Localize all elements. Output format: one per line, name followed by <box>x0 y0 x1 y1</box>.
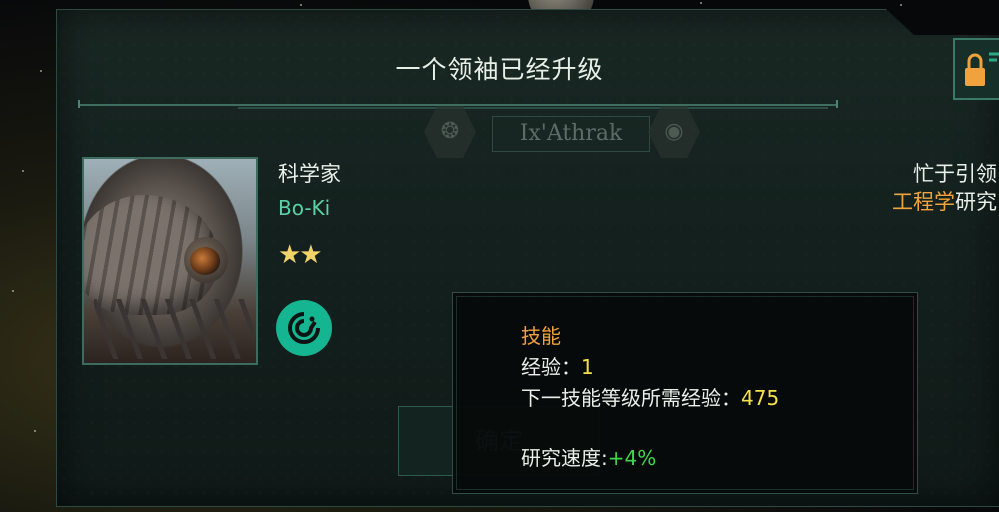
tooltip-title: 技能 <box>521 324 561 348</box>
research-speed-value: +4% <box>607 446 657 470</box>
tooltip-research-speed: 研究速度:+4% <box>521 442 656 471</box>
title-divider <box>78 100 838 109</box>
tooltip-experience: 经验：1 <box>521 351 594 380</box>
lock-icon <box>965 52 999 86</box>
leader-portrait <box>82 157 258 365</box>
background-empire-name: Ix'Athrak <box>492 116 650 152</box>
experience-value: 1 <box>581 355 594 379</box>
skill-tooltip: 技能 经验：1 下一技能等级所需经验：475 研究速度:+4% <box>452 292 918 494</box>
next-level-value: 475 <box>741 386 780 410</box>
research-field: 工程学 <box>892 190 955 214</box>
leader-role: 科学家 <box>278 162 341 186</box>
next-level-label: 下一技能等级所需经验： <box>521 386 741 410</box>
leader-research-status: 工程学研究 <box>892 186 997 216</box>
tooltip-next-level: 下一技能等级所需经验：475 <box>521 382 779 411</box>
leader-status-text: 忙于引领 <box>913 162 997 186</box>
research-suffix: 研究 <box>955 190 997 214</box>
dialog-title: 一个领袖已经升级 <box>395 55 604 84</box>
experience-label: 经验： <box>521 355 581 379</box>
spiral-beast-icon[interactable] <box>276 300 332 356</box>
leader-name: Bo-Ki <box>278 196 331 220</box>
lock-button[interactable] <box>953 38 999 100</box>
leader-level-stars: ★★ <box>278 240 323 270</box>
research-speed-label: 研究速度: <box>521 446 608 470</box>
